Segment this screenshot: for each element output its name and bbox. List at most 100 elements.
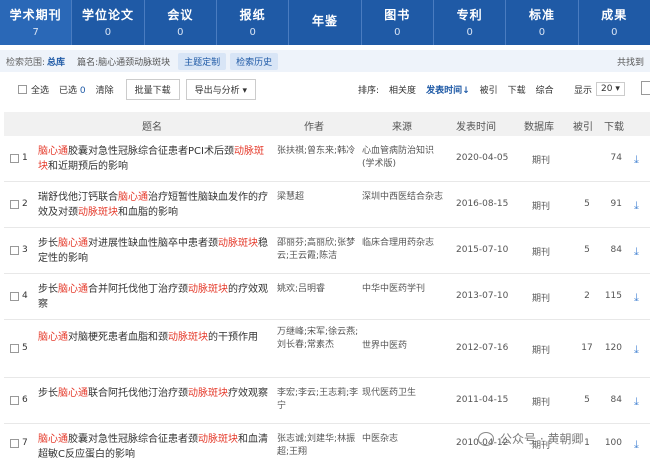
tab-5[interactable]: 图书 0 bbox=[362, 0, 434, 45]
table-body: 1 脑心通胶囊对急性冠脉综合征患者PCI术后颈动脉斑块和近期预后的影响 张扶祺;曾东… bbox=[4, 136, 650, 460]
source-link[interactable]: 世界中医药 bbox=[362, 340, 446, 353]
clear-selection-button[interactable]: 清除 bbox=[96, 83, 114, 96]
search-history-button[interactable]: 检索历史 bbox=[230, 52, 279, 70]
tab-8[interactable]: 成果 0 bbox=[579, 0, 650, 45]
tab-label: 标准 bbox=[528, 8, 555, 22]
citation-count[interactable]: 5 bbox=[581, 245, 593, 255]
article-title-link[interactable]: 步长脑心通合并阿托伐他丁治疗颈动脉斑块的疗效观察 bbox=[38, 282, 268, 312]
download-icon[interactable]: ⤓ bbox=[634, 343, 639, 357]
results-table: 题名 作者 来源 发表时间 数据库 被引 下载 1 脑心通胶囊对急性冠脉综合征患者… bbox=[4, 112, 650, 460]
download-count[interactable]: 84 bbox=[602, 395, 622, 405]
source-link[interactable]: 中医杂志 bbox=[362, 433, 446, 446]
source-link[interactable]: 中华中医药学刊 bbox=[362, 283, 446, 296]
tab-count: 0 bbox=[394, 27, 401, 38]
batch-download-button[interactable]: 批量下载 bbox=[125, 78, 180, 100]
citation-count[interactable]: 5 bbox=[581, 199, 593, 209]
download-count[interactable]: 100 bbox=[602, 438, 622, 448]
sort-relevance[interactable]: 相关度 bbox=[389, 83, 416, 96]
download-icon[interactable]: ⤓ bbox=[634, 153, 639, 167]
download-count[interactable]: 91 bbox=[602, 199, 622, 209]
citation-count[interactable]: 2 bbox=[581, 291, 593, 301]
header-title[interactable]: 题名 bbox=[142, 118, 162, 133]
article-title-link[interactable]: 瑞舒伐他汀钙联合脑心通治疗短暂性脑缺血发作的疗效及对颈动脉斑块和血脂的影响 bbox=[38, 190, 268, 220]
title-text: 对脑梗死患者血脂和颈 bbox=[68, 332, 168, 343]
row-checkbox[interactable] bbox=[10, 246, 19, 255]
title-text: 对进展性缺血性脑卒中患者颈 bbox=[88, 238, 218, 249]
header-date[interactable]: 发表时间 bbox=[456, 118, 496, 133]
scope-total-link[interactable]: 总库 bbox=[47, 55, 65, 68]
row-number: 7 bbox=[22, 438, 28, 448]
header-citations[interactable]: 被引 bbox=[573, 118, 593, 133]
header-author[interactable]: 作者 bbox=[304, 118, 324, 133]
title-text: 步长 bbox=[38, 284, 58, 295]
row-checkbox[interactable] bbox=[10, 200, 19, 209]
tab-3[interactable]: 报纸 0 bbox=[217, 0, 290, 45]
publish-date: 2016-08-15 bbox=[456, 199, 509, 209]
author-list[interactable]: 梁慧超 bbox=[277, 191, 359, 204]
download-count[interactable]: 115 bbox=[602, 291, 622, 301]
author-list[interactable]: 邵丽芬;高丽欣;张梦云;王云霞;陈洁 bbox=[277, 237, 359, 263]
title-text: 步长 bbox=[38, 388, 58, 399]
row-checkbox[interactable] bbox=[10, 292, 19, 301]
publish-date: 2020-04-05 bbox=[456, 153, 509, 163]
header-database[interactable]: 数据库 bbox=[524, 118, 554, 133]
source-link[interactable]: 深圳中西医结合杂志 bbox=[362, 191, 446, 204]
tab-4[interactable]: 年鉴 bbox=[289, 0, 362, 45]
sort-citations[interactable]: 被引 bbox=[480, 83, 498, 96]
article-title-link[interactable]: 脑心通胶囊对急性冠脉综合征患者颈动脉斑块和血清超敏C反应蛋白的影响 bbox=[38, 432, 268, 460]
citation-count[interactable]: 5 bbox=[581, 395, 593, 405]
download-count[interactable]: 84 bbox=[602, 245, 622, 255]
download-count[interactable]: 74 bbox=[602, 153, 622, 163]
tab-2[interactable]: 会议 0 bbox=[145, 0, 217, 45]
database-type: 期刊 bbox=[532, 346, 551, 356]
tab-0[interactable]: 学术期刊 7 bbox=[0, 0, 73, 45]
table-header: 题名 作者 来源 发表时间 数据库 被引 下载 bbox=[4, 112, 650, 136]
row-checkbox[interactable] bbox=[10, 439, 19, 448]
article-title-link[interactable]: 步长脑心通联合阿托伐他汀治疗颈动脉斑块疗效观察 bbox=[38, 386, 268, 401]
download-icon[interactable]: ⤓ bbox=[634, 438, 639, 452]
tab-count: 0 bbox=[177, 27, 184, 38]
author-list[interactable]: 姚欢;吕明睿 bbox=[277, 283, 359, 296]
table-row: 2 瑞舒伐他汀钙联合脑心通治疗短暂性脑缺血发作的疗效及对颈动脉斑块和血脂的影响 梁慧… bbox=[4, 182, 650, 228]
tab-label: 会议 bbox=[167, 8, 194, 22]
article-title-link[interactable]: 步长脑心通对进展性缺血性脑卒中患者颈动脉斑块稳定性的影响 bbox=[38, 236, 268, 266]
tab-7[interactable]: 标准 0 bbox=[506, 0, 579, 45]
header-source[interactable]: 来源 bbox=[392, 118, 412, 133]
source-link[interactable]: 现代医药卫生 bbox=[362, 387, 446, 400]
theme-customize-button[interactable]: 主题定制 bbox=[178, 52, 227, 70]
download-icon[interactable]: ⤓ bbox=[634, 245, 639, 259]
tab-1[interactable]: 学位论文 0 bbox=[72, 0, 145, 45]
tab-6[interactable]: 专利 0 bbox=[434, 0, 507, 45]
download-icon[interactable]: ⤓ bbox=[634, 291, 639, 305]
author-list[interactable]: 张志诚;刘建华;林振超;王翔 bbox=[277, 433, 359, 459]
row-checkbox[interactable] bbox=[10, 154, 19, 163]
source-link[interactable]: 心血管病防治知识(学术版) bbox=[362, 145, 446, 171]
sort-downloads[interactable]: 下载 bbox=[508, 83, 526, 96]
select-all-checkbox[interactable]: 全选 bbox=[18, 83, 49, 96]
header-downloads[interactable]: 下载 bbox=[604, 118, 624, 133]
author-list[interactable]: 张扶祺;曾东来;韩冷 bbox=[277, 145, 359, 158]
author-list[interactable]: 万继峰;宋军;徐云燕;刘长春;常素杰 bbox=[277, 326, 359, 352]
source-link[interactable]: 临床合理用药杂志 bbox=[362, 237, 446, 250]
author-list[interactable]: 李宏;李云;王志莉;李宁 bbox=[277, 387, 359, 413]
download-icon[interactable]: ⤓ bbox=[634, 199, 639, 213]
title-keyword-highlight: 动脉斑块 bbox=[168, 332, 208, 343]
row-number: 6 bbox=[22, 395, 28, 405]
sort-date[interactable]: 发表时间↓ bbox=[426, 83, 470, 96]
title-text: 步长 bbox=[38, 238, 58, 249]
title-keyword-highlight: 动脉斑块 bbox=[188, 284, 228, 295]
sort-comprehensive[interactable]: 综合 bbox=[536, 83, 554, 96]
export-analysis-dropdown[interactable]: 导出与分析 ▾ bbox=[185, 78, 257, 100]
title-text: 的干预作用 bbox=[208, 332, 258, 343]
citation-count[interactable]: 17 bbox=[581, 343, 593, 353]
download-icon[interactable]: ⤓ bbox=[634, 395, 639, 409]
tab-label: 学术期刊 bbox=[9, 8, 62, 22]
tab-count: 0 bbox=[538, 27, 546, 38]
page-size-select[interactable]: 20 ▾ bbox=[596, 82, 625, 96]
download-count[interactable]: 120 bbox=[602, 343, 622, 353]
view-toggle-icon[interactable] bbox=[641, 81, 650, 95]
article-title-link[interactable]: 脑心通对脑梗死患者血脂和颈动脉斑块的干预作用 bbox=[38, 330, 268, 345]
article-title-link[interactable]: 脑心通胶囊对急性冠脉综合征患者PCI术后颈动脉斑块和近期预后的影响 bbox=[38, 144, 268, 174]
row-checkbox[interactable] bbox=[10, 344, 19, 353]
row-checkbox[interactable] bbox=[10, 396, 19, 405]
